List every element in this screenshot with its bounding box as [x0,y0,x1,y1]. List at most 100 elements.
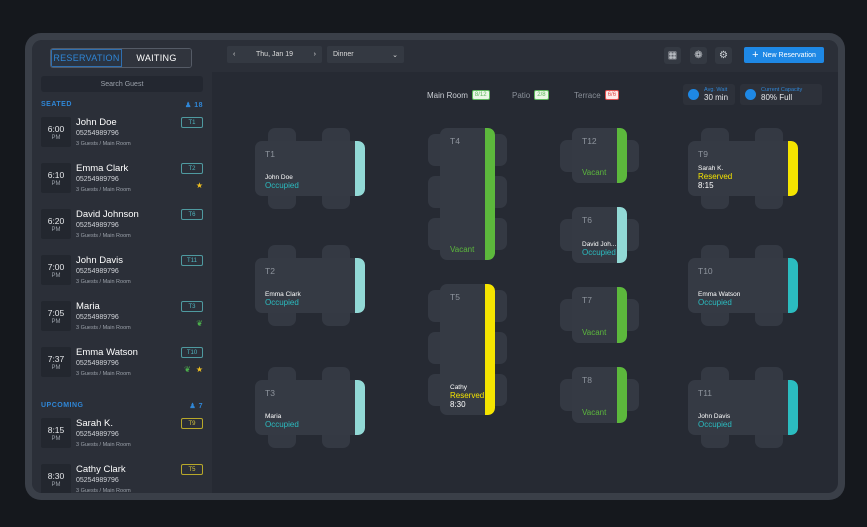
table-guest: Cathy [450,384,467,391]
table-guest: John Doe [265,174,293,181]
room-count: 8/12 [471,90,490,100]
reservation-item[interactable]: 8:30 PM Cathy Clark 05254989796 3 Guests … [41,464,203,493]
status-bar [617,207,627,263]
gear-icon[interactable]: ⚙ [715,47,732,64]
status-bar [355,380,365,435]
star-icon: ★ [195,365,203,374]
table-status: Occupied [582,248,616,257]
table-status: Vacant [582,328,607,337]
ampm: PM [51,319,61,325]
time-box: 7:37 PM [41,347,71,377]
time-box: 6:10 PM [41,163,71,193]
time: 7:05 [47,308,65,318]
ampm: PM [51,365,61,371]
guest-details: 3 Guests / Main Room [76,325,131,331]
layout-icon[interactable]: ❁ [690,47,707,64]
table-t1[interactable]: T1 John Doe Occupied [255,141,365,196]
room-patio[interactable]: Patio 2/8 [512,90,549,100]
reservation-item[interactable]: 6:00 PM John Doe 05254989796 3 Guests / M… [41,117,203,149]
table-guest: Maria [265,413,282,420]
tab-waiting[interactable]: WAITING [122,49,191,67]
upcoming-label: UPCOMING [41,402,84,409]
status-bar [788,141,798,196]
view-toggle: RESERVATION WAITING [50,48,192,68]
guest-phone: 05254989796 [76,268,119,275]
table-t10[interactable]: T10 Emma Watson Occupied [688,258,798,313]
table-guest: Emma Watson [698,291,741,298]
table-t3[interactable]: T3 Maria Occupied [255,380,365,435]
chevron-left-icon[interactable]: ‹ [233,51,235,58]
room-main[interactable]: Main Room 8/12 [427,90,490,100]
table-id: T7 [582,295,592,305]
table-tag: T11 [181,255,203,266]
upcoming-header: UPCOMING ♟ 7 [41,402,203,410]
reservation-item[interactable]: 8:15 PM Sarah K. 05254989796 3 Guests / M… [41,418,203,450]
ampm: PM [51,181,61,187]
capacity-value: 80% Full [761,93,793,102]
table-t5[interactable]: T5 Cathy Reserved 8:30 [440,284,495,415]
table-t12[interactable]: T12 Vacant [572,128,627,183]
table-status: Occupied [698,420,732,429]
table-t4[interactable]: T4 Vacant [440,128,495,260]
ampm: PM [51,227,61,233]
reservation-item[interactable]: 7:00 PM John Davis 05254989796 3 Guests /… [41,255,203,287]
reservation-item[interactable]: 7:05 PM Maria 05254989796 3 Guests / Main… [41,301,203,333]
table-status: Reserved [698,172,733,181]
table-t11[interactable]: T11 John Davis Occupied [688,380,798,435]
table-t9[interactable]: T9 Sarah K. Reserved 8:15 [688,141,798,196]
guest-phone: 05254989796 [76,222,119,229]
status-bar [788,258,798,313]
top-bar: ‹ Thu, Jan 19 › Dinner ⌄ ▦ ❁ ⚙ + New Reserva… [212,40,838,72]
tab-reservation[interactable]: RESERVATION [51,49,122,67]
search-guest-input[interactable]: Search Guest [41,76,203,92]
guest-phone: 05254989796 [76,477,119,484]
guest-phone: 05254989796 [76,431,119,438]
table-t8[interactable]: T8 Vacant [572,367,627,423]
new-reservation-button[interactable]: + New Reservation [744,47,824,63]
calendar-icon[interactable]: ▦ [664,47,681,64]
room-count: 2/8 [534,90,549,100]
seated-header: SEATED ♟ 18 [41,101,203,109]
sidebar: RESERVATION WAITING Search Guest SEATED ♟… [32,40,212,493]
table-id: T10 [698,266,713,276]
ampm: PM [51,135,61,141]
table-status: Occupied [265,298,299,307]
time: 7:00 [47,262,65,272]
table-id: T5 [450,292,460,302]
app: RESERVATION WAITING Search Guest SEATED ♟… [32,40,838,493]
table-id: T11 [698,388,713,398]
reservation-item[interactable]: 6:20 PM David Johnson 05254989796 3 Guest… [41,209,203,241]
room-count: 6/6 [604,90,620,100]
service-value: Dinner [333,51,354,58]
guest-name: Cathy Clark [76,464,126,475]
table-t6[interactable]: T6 David Joh... Occupied [572,207,627,263]
guest-details: 3 Guests / Main Room [76,279,131,285]
reservation-item[interactable]: 7:37 PM Emma Watson 05254989796 3 Guests … [41,347,203,379]
tablet-frame: RESERVATION WAITING Search Guest SEATED ♟… [25,33,845,500]
reservation-item[interactable]: 6:10 PM Emma Clark 05254989796 3 Guests /… [41,163,203,195]
time-box: 7:05 PM [41,301,71,331]
avg-wait-value: 30 min [704,93,729,102]
chevron-down-icon: ⌄ [392,51,398,59]
service-select[interactable]: Dinner ⌄ [327,46,404,63]
capacity-card: Current Capacity 80% Full [740,84,822,105]
guest-details: 3 Guests / Main Room [76,187,131,193]
ampm: PM [51,436,61,442]
status-bar [485,284,495,415]
table-status: Vacant [582,168,607,177]
time: 6:10 [47,170,65,180]
room-terrace[interactable]: Terrace 6/6 [574,90,620,100]
guest-details: 3 Guests / Main Room [76,488,131,493]
guest-name: John Doe [76,117,117,128]
room-name: Main Room [427,90,468,100]
table-id: T12 [582,136,597,146]
chevron-right-icon[interactable]: › [314,51,316,58]
upcoming-count: 7 [198,403,203,410]
star-icon: ★ [195,181,203,190]
ampm: PM [51,273,61,279]
time: 6:20 [47,216,65,226]
table-t2[interactable]: T2 Emma Clark Occupied [255,258,365,313]
date-picker[interactable]: ‹ Thu, Jan 19 › [227,46,322,63]
table-t7[interactable]: T7 Vacant [572,287,627,343]
guest-details: 3 Guests / Main Room [76,371,131,377]
